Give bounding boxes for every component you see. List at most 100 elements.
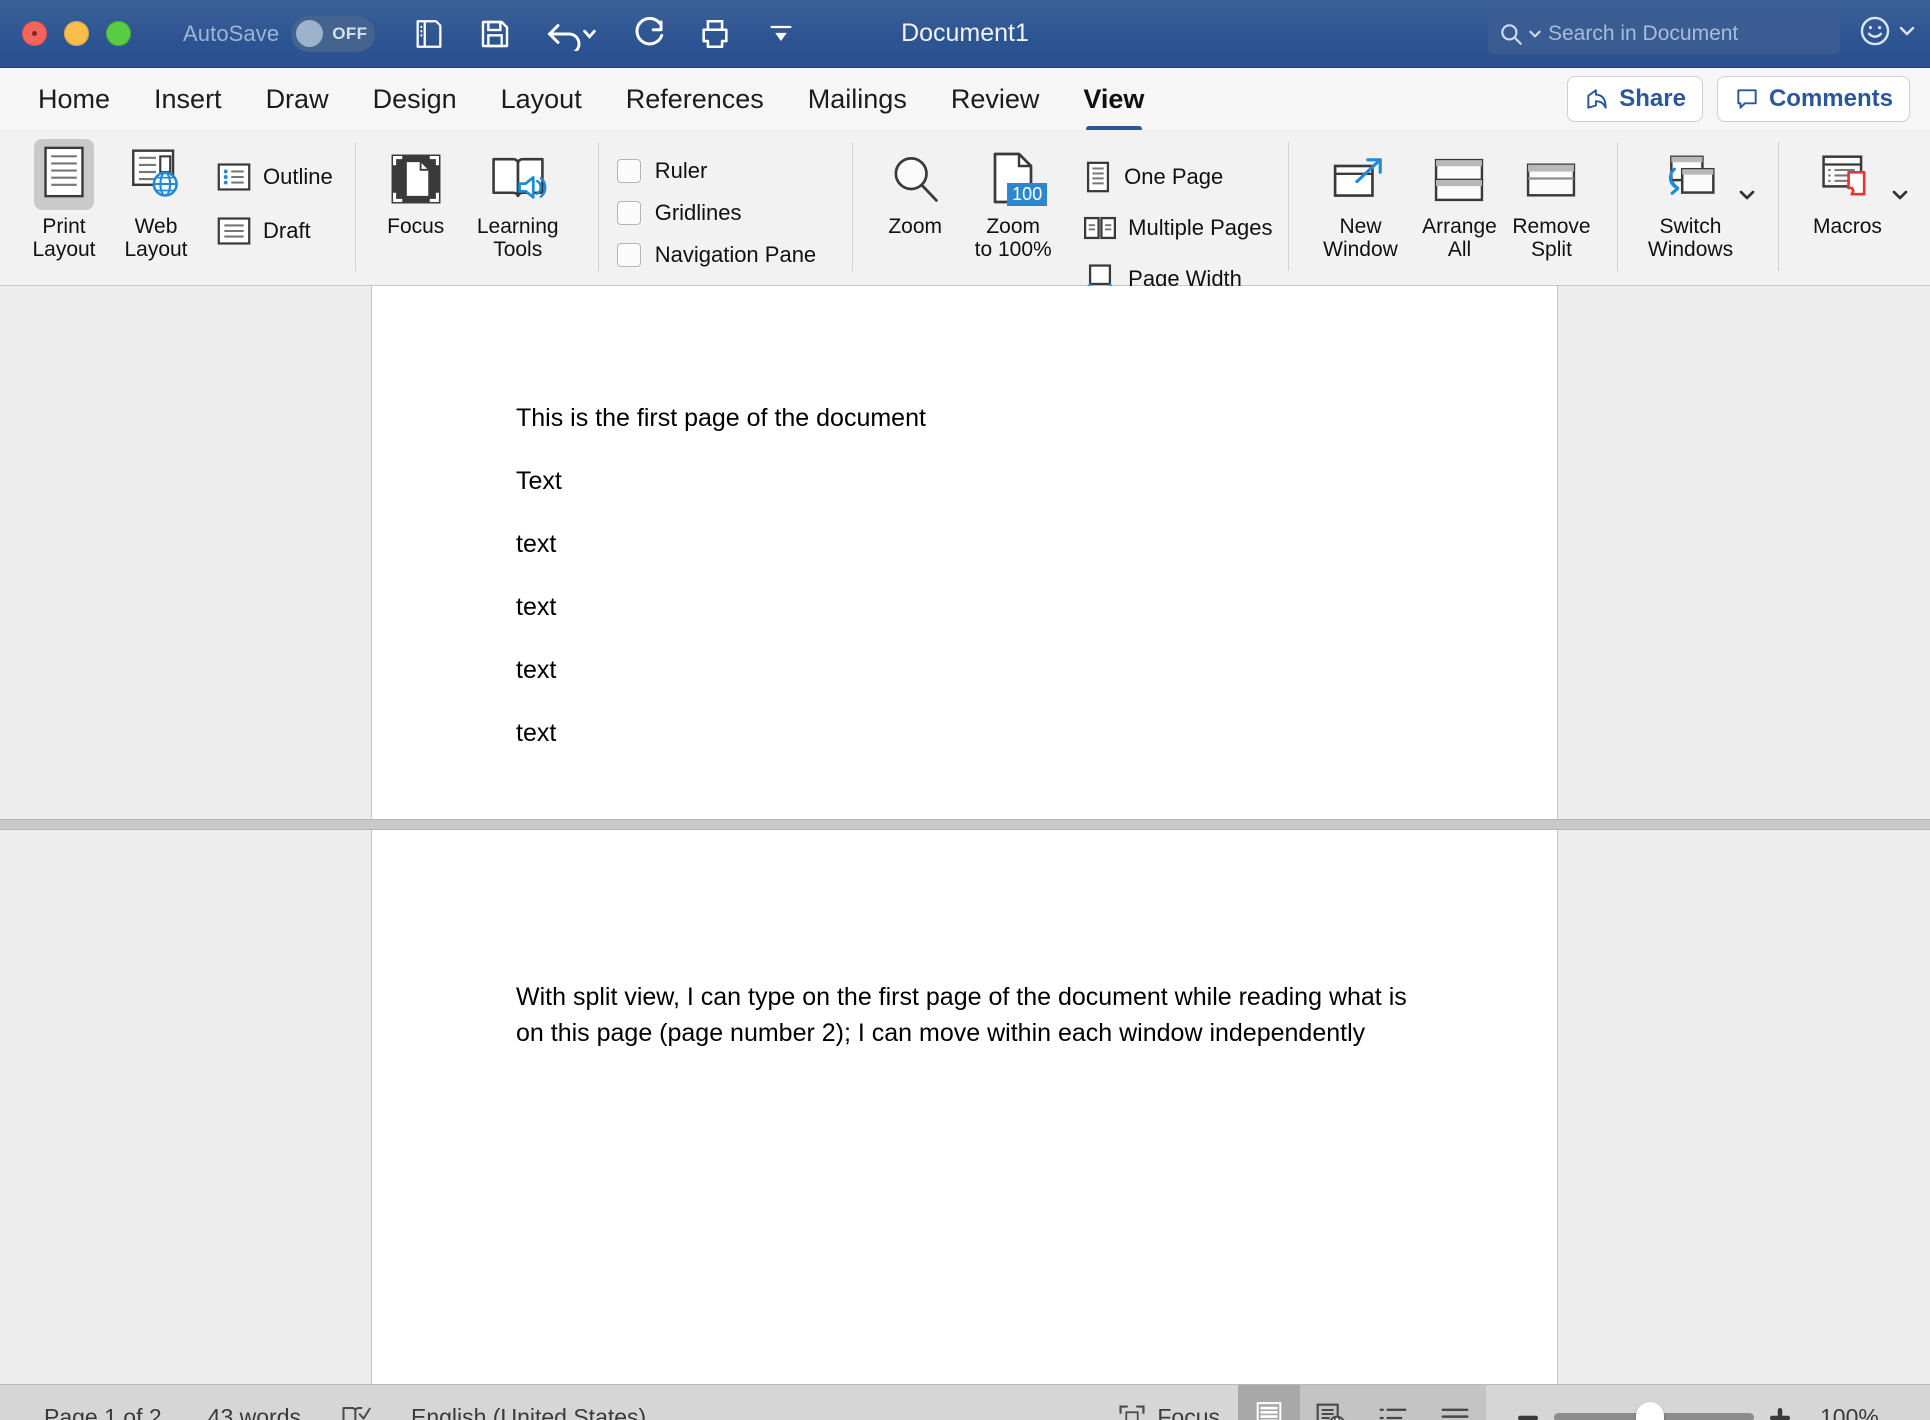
web-layout-icon: [122, 139, 190, 210]
zoom-out-button[interactable]: [1508, 1405, 1548, 1420]
comments-button[interactable]: Comments: [1717, 76, 1910, 122]
share-label: Share: [1619, 85, 1686, 113]
print-layout-button[interactable]: PrintLayout: [18, 138, 110, 261]
document-page-2[interactable]: With split view, I can type on the first…: [371, 830, 1558, 1384]
one-page-button[interactable]: One Page: [1083, 156, 1272, 198]
focus-button[interactable]: Focus: [370, 138, 462, 239]
new-window-button[interactable]: NewWindow: [1307, 138, 1413, 261]
gridlines-checkbox-row[interactable]: Gridlines: [617, 200, 816, 226]
save-icon[interactable]: [475, 14, 515, 54]
search-placeholder: Search in Document: [1548, 22, 1738, 46]
redo-icon[interactable]: [629, 14, 669, 54]
web-layout-view-icon[interactable]: [1300, 1385, 1362, 1420]
page-2-body[interactable]: With split view, I can type on the first…: [372, 830, 1557, 1051]
tab-mailings[interactable]: Mailings: [786, 80, 929, 119]
window-controls: [22, 21, 131, 46]
web-layout-label: WebLayout: [124, 216, 187, 261]
chevron-down-icon[interactable]: [1891, 184, 1909, 206]
zoom-slider-handle[interactable]: [1636, 1402, 1664, 1420]
draft-view-icon[interactable]: [1424, 1385, 1486, 1420]
page-count-status[interactable]: Page 1 of 2: [44, 1404, 162, 1420]
focus-icon: [1118, 1404, 1146, 1420]
page-1-body[interactable]: This is the first page of the document T…: [372, 286, 1557, 748]
gridlines-checkbox[interactable]: [617, 201, 641, 225]
share-icon: [1584, 86, 1610, 112]
account-menu[interactable]: [1858, 14, 1916, 48]
tab-view[interactable]: View: [1061, 80, 1166, 119]
search-input[interactable]: Search in Document: [1488, 14, 1840, 54]
print-layout-view-icon[interactable]: [1238, 1385, 1300, 1420]
status-bar: Page 1 of 2 43 words English (United Sta…: [0, 1384, 1930, 1420]
multiple-pages-icon: [1083, 213, 1117, 243]
tab-review[interactable]: Review: [929, 80, 1062, 119]
proofing-icon[interactable]: [341, 1404, 371, 1420]
maximize-window-button[interactable]: [106, 21, 131, 46]
draft-button[interactable]: Draft: [216, 210, 333, 252]
print-icon[interactable]: [695, 14, 735, 54]
word-count-status[interactable]: 43 words: [208, 1404, 301, 1420]
switch-windows-label: SwitchWindows: [1648, 216, 1733, 261]
web-layout-button[interactable]: WebLayout: [110, 138, 202, 261]
autosave-control[interactable]: AutoSave OFF: [183, 16, 375, 52]
view-mode-buttons: [1238, 1385, 1486, 1420]
navigation-pane-checkbox-row[interactable]: Navigation Pane: [617, 242, 816, 268]
tab-insert[interactable]: Insert: [132, 80, 244, 119]
tab-design[interactable]: Design: [351, 80, 479, 119]
tab-home[interactable]: Home: [16, 80, 132, 119]
outline-icon: [216, 161, 252, 193]
zoom-to-100-button[interactable]: 100 Zoomto 100%: [961, 138, 1065, 261]
multiple-pages-button[interactable]: Multiple Pages: [1083, 207, 1272, 249]
tab-layout[interactable]: Layout: [479, 80, 604, 119]
macros-button[interactable]: Macros: [1801, 138, 1893, 239]
zoom-percent-label[interactable]: 100%: [1820, 1404, 1904, 1420]
show-checkboxes: Ruler Gridlines Navigation Pane: [599, 138, 816, 268]
ruler-checkbox-row[interactable]: Ruler: [617, 158, 816, 184]
zoom-100-badge: 100: [1007, 183, 1047, 206]
focus-mode-button[interactable]: Focus: [1100, 1404, 1238, 1420]
zoom-label: Zoom: [888, 216, 942, 239]
comment-bubble-icon: [1734, 86, 1760, 112]
ribbon-tab-bar: Home Insert Draw Design Layout Reference…: [0, 68, 1930, 130]
zoom-in-button[interactable]: [1760, 1405, 1800, 1420]
search-icon: [1498, 21, 1524, 47]
tab-draw[interactable]: Draw: [244, 80, 351, 119]
document-paragraph: This is the first page of the document: [516, 404, 1557, 433]
print-layout-icon: [34, 139, 94, 210]
outline-view-icon[interactable]: [1362, 1385, 1424, 1420]
zoom-slider[interactable]: [1554, 1413, 1754, 1420]
arrange-all-label: ArrangeAll: [1422, 216, 1497, 261]
navigation-pane-checkbox[interactable]: [617, 243, 641, 267]
arrange-all-button[interactable]: ArrangeAll: [1413, 138, 1505, 261]
close-window-button[interactable]: [22, 21, 47, 46]
share-button[interactable]: Share: [1567, 76, 1703, 122]
learning-tools-button[interactable]: LearningTools: [462, 138, 574, 261]
remove-split-button[interactable]: RemoveSplit: [1505, 138, 1597, 261]
outline-button[interactable]: Outline: [216, 156, 333, 198]
ruler-checkbox[interactable]: [617, 159, 641, 183]
split-pane-bottom[interactable]: With split view, I can type on the first…: [0, 830, 1930, 1384]
undo-icon[interactable]: [541, 14, 603, 54]
minimize-window-button[interactable]: [64, 21, 89, 46]
ribbon-group-window: NewWindow ArrangeAll: [1289, 130, 1597, 285]
zoom-button[interactable]: Zoom: [869, 138, 961, 239]
tab-references[interactable]: References: [604, 80, 786, 119]
autosave-knob: [296, 20, 323, 47]
document-paragraph: text: [516, 530, 1557, 559]
macros-icon: [1820, 152, 1874, 207]
split-pane-top[interactable]: This is the first page of the document T…: [0, 286, 1930, 819]
document-page-1[interactable]: This is the first page of the document T…: [371, 286, 1558, 819]
split-view-divider[interactable]: [0, 819, 1930, 830]
customize-view-icon[interactable]: [409, 14, 449, 54]
macros-label: Macros: [1813, 216, 1882, 239]
autosave-toggle[interactable]: OFF: [291, 16, 375, 52]
ribbon-group-macros: Macros: [1779, 130, 1909, 285]
chevron-down-icon[interactable]: [1738, 184, 1756, 206]
language-status[interactable]: English (United States): [411, 1404, 646, 1420]
autosave-label: AutoSave: [183, 21, 279, 47]
focus-label: Focus: [387, 216, 444, 239]
autosave-state-label: OFF: [332, 24, 367, 44]
multiple-pages-label: Multiple Pages: [1128, 215, 1272, 241]
quick-access-overflow-icon[interactable]: [761, 14, 801, 54]
switch-windows-button[interactable]: SwitchWindows: [1638, 138, 1742, 261]
document-paragraph: text: [516, 719, 1557, 748]
